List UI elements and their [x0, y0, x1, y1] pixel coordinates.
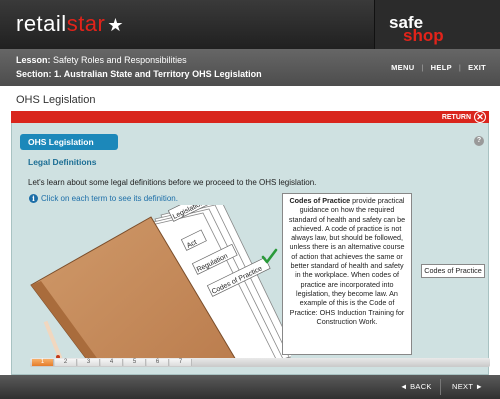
back-button[interactable]: ◄ BACK: [400, 382, 432, 391]
return-button[interactable]: RETURN ✕: [442, 110, 486, 124]
progress-page[interactable]: 5: [124, 359, 146, 366]
lesson-value: Safety Roles and Responsibilities: [53, 55, 187, 65]
definition-term: Codes of Practice: [289, 196, 351, 205]
progress-page[interactable]: 1: [32, 359, 54, 366]
help-link[interactable]: HELP: [431, 63, 452, 72]
retailstar-logo: retailstar ★: [16, 11, 124, 37]
section-label: Section:: [16, 69, 52, 79]
close-circle-icon: ✕: [474, 111, 486, 123]
nav-separator: |: [458, 63, 462, 72]
lesson-bar: Lesson: Safety Roles and Responsibilitie…: [0, 49, 500, 86]
next-button[interactable]: NEXT ►: [452, 382, 483, 391]
hint-text: Click on each term to see its definition…: [41, 194, 178, 203]
return-label: RETURN: [441, 113, 471, 121]
bottom-nav-bar: ◄ BACK NEXT ►: [0, 375, 500, 399]
module-header-bar: RETURN ✕: [11, 111, 489, 123]
nav-divider: [440, 379, 441, 395]
exit-link[interactable]: EXIT: [468, 63, 486, 72]
folder-illustration: Legislation Act Regulation Codes of Prac…: [30, 205, 291, 363]
logo-text-star: star: [66, 11, 106, 36]
progress-page[interactable]: 4: [101, 359, 123, 366]
lesson-info: Lesson: Safety Roles and Responsibilitie…: [16, 55, 187, 65]
page-title: OHS Legislation: [16, 94, 96, 106]
section-info: Section: 1. Australian State and Territo…: [16, 69, 262, 79]
info-icon: i: [29, 194, 38, 203]
intro-text: Let's learn about some legal definitions…: [28, 178, 317, 187]
app-window: retailstar ★ shop safe Lesson: Safety Role…: [0, 0, 500, 399]
progress-page[interactable]: 7: [170, 359, 192, 366]
star-icon: ★: [107, 15, 125, 35]
lesson-label: Lesson:: [16, 55, 51, 65]
section-heading: Legal Definitions: [28, 157, 97, 167]
shopsafe-wordmark: shop safe: [389, 13, 444, 45]
hint-line: i Click on each term to see its definiti…: [29, 194, 178, 203]
definition-box: Codes of Practice provide practical guid…: [282, 193, 412, 355]
topic-tag: OHS Legislation: [20, 134, 118, 150]
progress-page[interactable]: 2: [55, 359, 77, 366]
top-nav: MENU | HELP | EXIT: [391, 63, 486, 72]
menu-link[interactable]: MENU: [391, 63, 414, 72]
help-icon[interactable]: ?: [474, 136, 484, 146]
shopsafe-logo: shop safe: [374, 0, 500, 49]
page-progress: 1 2 3 4 5 6 7: [30, 358, 490, 367]
brand-header: retailstar ★ shop safe: [0, 0, 500, 49]
logo-text-shop: shop: [403, 26, 444, 45]
definition-text: provide practical guidance on how the re…: [288, 196, 406, 326]
section-value: 1. Australian State and Territory OHS Le…: [54, 69, 262, 79]
nav-separator: |: [421, 63, 424, 72]
checkmark-icon: [261, 248, 278, 264]
progress-page[interactable]: 6: [147, 359, 169, 366]
logo-text-retail: retail: [16, 11, 67, 36]
progress-page[interactable]: 3: [78, 359, 100, 366]
codes-of-practice-label: Codes of Practice: [421, 264, 485, 278]
